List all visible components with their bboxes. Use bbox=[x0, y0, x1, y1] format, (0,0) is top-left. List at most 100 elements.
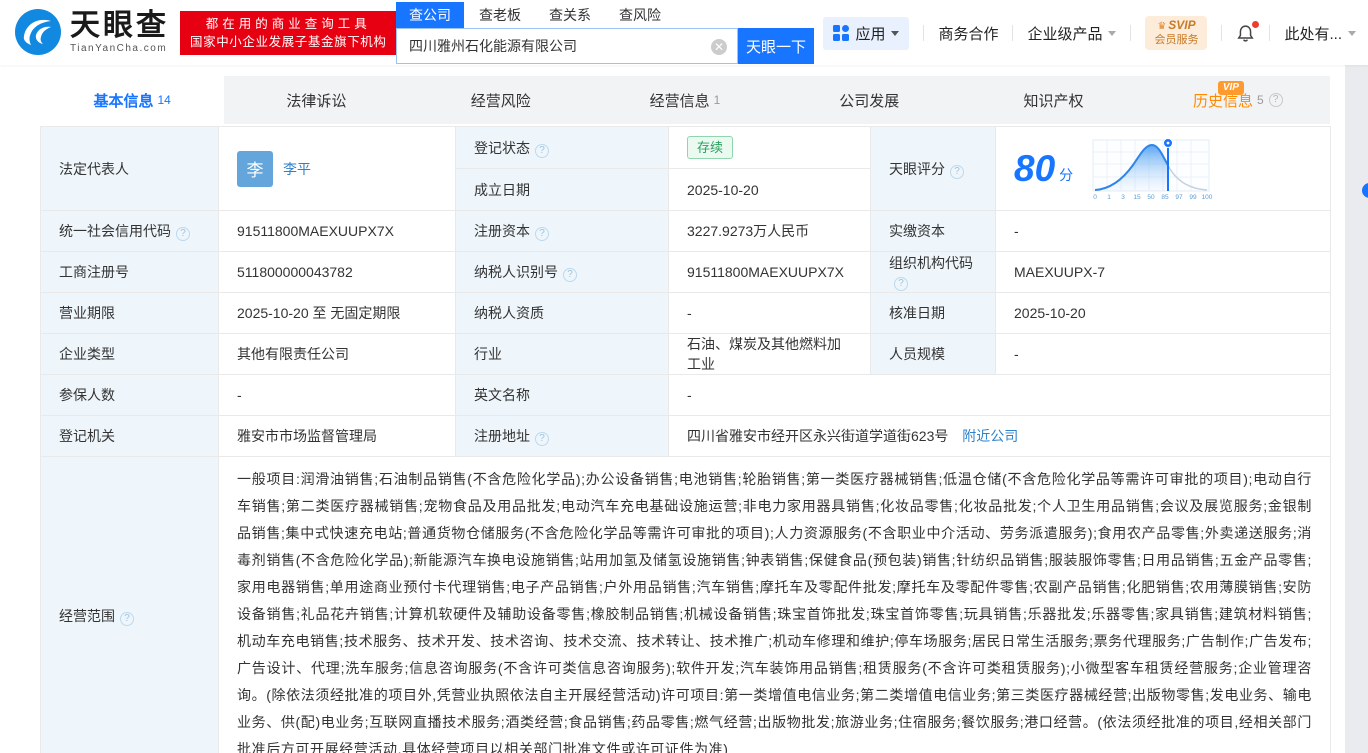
reg-status-label: 登记状态? bbox=[455, 126, 669, 169]
industry-value: 石油、煤炭及其他燃料加工业 bbox=[668, 333, 871, 375]
tab-label: 知识产权 bbox=[1023, 92, 1084, 110]
help-icon[interactable]: ? bbox=[535, 432, 549, 446]
tab-label: 经营信息 bbox=[649, 92, 710, 110]
english-name-label: 英文名称 bbox=[455, 374, 669, 416]
est-date-label: 成立日期 bbox=[455, 168, 669, 211]
tab-label: 基本信息 bbox=[93, 92, 154, 110]
apps-button[interactable]: 应用 bbox=[823, 16, 910, 50]
org-code-label: 组织机构代码? bbox=[870, 251, 996, 293]
tab-basic-info[interactable]: 基本信息 14 bbox=[40, 76, 225, 124]
tab-count: 5 bbox=[1256, 93, 1264, 107]
taxpayer-qual-label: 纳税人资质 bbox=[455, 292, 669, 334]
score-chart[interactable]: 0 1 3 15 50 85 97 99 100 bbox=[1087, 136, 1215, 202]
brand-domain: TianYanCha.com bbox=[70, 43, 168, 54]
legal-rep-label: 法定代表人 bbox=[40, 126, 219, 211]
reg-address-cell: 四川省雅安市经开区永兴街道学道街623号 附近公司 bbox=[668, 415, 1331, 457]
biz-reg-no-value: 511800000043782 bbox=[218, 251, 456, 293]
tab-company-development[interactable]: 公司发展 bbox=[777, 76, 961, 124]
nav-enterprise-products[interactable]: 企业级产品 bbox=[1027, 23, 1117, 44]
org-code-value: MAEXUUPX-7 bbox=[995, 251, 1331, 293]
legal-rep-cell: 李 李平 bbox=[218, 126, 456, 211]
svg-text:100: 100 bbox=[1202, 194, 1213, 201]
search-tab-risk[interactable]: 查风险 bbox=[619, 2, 661, 28]
search-tab-boss[interactable]: 查老板 bbox=[479, 2, 521, 28]
slogan-line-2: 国家中小企业发展子基金旗下机构 bbox=[190, 35, 387, 49]
reg-address-label: 注册地址? bbox=[455, 415, 669, 457]
svg-text:3: 3 bbox=[1121, 194, 1125, 201]
logo[interactable]: 天眼查 TianYanCha.com bbox=[14, 8, 169, 56]
business-scope-text: 一般项目:润滑油销售;石油制品销售(不含危险化学品);办公设备销售;电池销售;轮… bbox=[218, 456, 1331, 753]
slogan-line-1: 都在用的商业查询工具 bbox=[205, 17, 371, 31]
legal-rep-link[interactable]: 李平 bbox=[283, 159, 311, 179]
score-unit: 分 bbox=[1059, 166, 1074, 183]
help-icon[interactable]: ? bbox=[535, 143, 549, 158]
logo-text: 天眼查 TianYanCha.com bbox=[70, 10, 169, 55]
help-icon[interactable]: ? bbox=[120, 612, 134, 626]
divider bbox=[1130, 25, 1132, 41]
svip-sub-label: 会员服务 bbox=[1154, 34, 1199, 46]
company-info-table: 法定代表人 李 李平 登记状态? 存续 天眼评分? 80 分 0 1 3 15 … bbox=[40, 126, 1331, 753]
page-scroll-gutter bbox=[1345, 65, 1368, 753]
taxpayer-id-value: 91511800MAEXUUPX7X bbox=[668, 251, 871, 293]
credit-code-value: 91511800MAEXUUPX7X bbox=[218, 210, 456, 252]
chevron-down-icon bbox=[1348, 30, 1356, 36]
tab-label: 公司发展 bbox=[839, 92, 900, 110]
help-icon[interactable]: ? bbox=[563, 268, 577, 282]
search-input[interactable] bbox=[397, 29, 737, 63]
help-icon[interactable]: ? bbox=[535, 227, 549, 241]
score-cell: 80 分 0 1 3 15 50 85 97 99 100 bbox=[995, 126, 1331, 211]
reg-status-cell: 存续 bbox=[668, 126, 871, 169]
help-icon[interactable]: ? bbox=[176, 227, 190, 241]
help-icon[interactable]: ? bbox=[894, 277, 908, 291]
score-label: 天眼评分? bbox=[870, 126, 996, 211]
tianyancha-logo-icon bbox=[15, 9, 61, 55]
search-tab-company[interactable]: 查公司 bbox=[396, 2, 464, 28]
svip-member-button[interactable]: ♛ SVIP 会员服务 bbox=[1145, 16, 1208, 50]
industry-label: 行业 bbox=[455, 333, 669, 375]
crown-icon: ♛ bbox=[1157, 21, 1167, 32]
company-type-label: 企业类型 bbox=[40, 333, 219, 375]
chevron-down-icon bbox=[891, 30, 900, 36]
tab-count: 1 bbox=[713, 93, 721, 107]
reg-capital-label: 注册资本? bbox=[455, 210, 669, 252]
floating-side-button[interactable] bbox=[1362, 183, 1368, 198]
business-scope-label: 经营范围? bbox=[40, 456, 219, 753]
clear-search-icon[interactable]: ✕ bbox=[711, 39, 727, 55]
reg-address-value: 四川省雅安市经开区永兴街道学道街623号 bbox=[687, 428, 949, 444]
svg-text:99: 99 bbox=[1190, 194, 1198, 201]
divider bbox=[923, 25, 925, 41]
reg-authority-label: 登记机关 bbox=[40, 415, 219, 457]
approval-date-label: 核准日期 bbox=[870, 292, 996, 334]
help-icon[interactable]: ? bbox=[1268, 93, 1283, 107]
nearby-companies-link[interactable]: 附近公司 bbox=[962, 428, 1018, 444]
tab-history-info[interactable]: 历史信息 5 ? VIP bbox=[1146, 76, 1330, 124]
svip-label: ♛ SVIP bbox=[1157, 18, 1196, 33]
insured-count-value: - bbox=[218, 374, 456, 416]
search-row: ✕ 天眼一下 bbox=[396, 28, 814, 64]
tab-count: 14 bbox=[157, 93, 171, 107]
status-badge: 存续 bbox=[687, 136, 734, 159]
paid-capital-label: 实缴资本 bbox=[870, 210, 996, 252]
tab-business-info[interactable]: 经营信息 1 bbox=[593, 76, 777, 124]
biz-term-label: 营业期限 bbox=[40, 292, 219, 334]
svg-text:15: 15 bbox=[1134, 194, 1142, 201]
tab-legal-litigation[interactable]: 法律诉讼 bbox=[224, 76, 408, 124]
tab-operation-risk[interactable]: 经营风险 bbox=[409, 76, 593, 124]
chevron-down-icon bbox=[1108, 30, 1117, 36]
svg-text:1: 1 bbox=[1107, 194, 1111, 201]
biz-term-value: 2025-10-20 至 无固定期限 bbox=[218, 292, 456, 334]
help-icon[interactable]: ? bbox=[950, 164, 964, 179]
nav-business-cooperation[interactable]: 商务合作 bbox=[938, 23, 998, 44]
est-date-value: 2025-10-20 bbox=[668, 168, 871, 211]
slogan-badge: 都在用的商业查询工具 国家中小企业发展子基金旗下机构 bbox=[180, 11, 397, 55]
avatar[interactable]: 李 bbox=[237, 150, 273, 187]
search-tab-relation[interactable]: 查关系 bbox=[549, 2, 591, 28]
notifications-button[interactable] bbox=[1236, 21, 1260, 42]
account-label: 此处有... bbox=[1284, 25, 1342, 43]
search-button[interactable]: 天眼一下 bbox=[738, 28, 814, 64]
score-value: 80 bbox=[1014, 148, 1056, 189]
account-menu[interactable]: 此处有... bbox=[1284, 23, 1356, 44]
tab-intellectual-property[interactable]: 知识产权 bbox=[961, 76, 1145, 124]
tab-label: 法律诉讼 bbox=[286, 92, 347, 110]
header-nav: 应用 商务合作 企业级产品 ♛ SVIP 会员服务 此处有... bbox=[823, 16, 1356, 50]
